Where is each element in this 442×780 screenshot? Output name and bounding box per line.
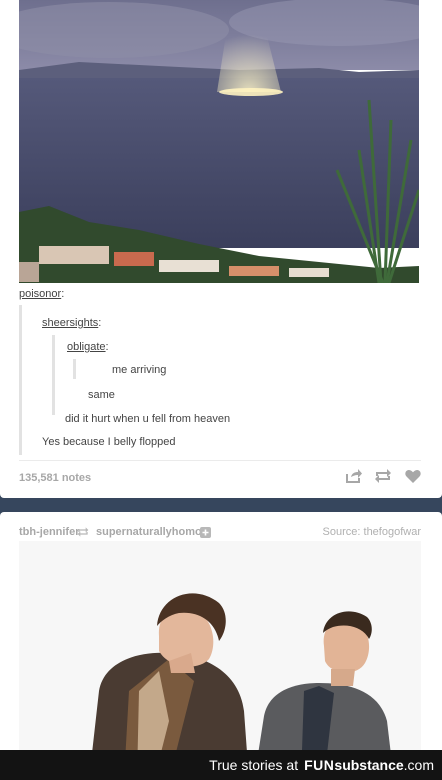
colon: : bbox=[61, 288, 65, 300]
heart-icon[interactable] bbox=[404, 467, 422, 485]
post-actions bbox=[344, 467, 422, 485]
sea-illustration bbox=[19, 0, 419, 283]
reblog-header: tbh-jennifer supernaturallyhomo Source: … bbox=[19, 524, 421, 540]
poster-username-link[interactable]: poisonor bbox=[19, 288, 61, 300]
source-blog-name[interactable]: supernaturallyhomo bbox=[96, 526, 202, 538]
brand-substance[interactable]: substance bbox=[334, 757, 403, 773]
reply-yes: Yes because I belly flopped bbox=[42, 436, 176, 448]
notes-count[interactable]: 135,581 notes bbox=[19, 472, 91, 484]
quote1-username-link[interactable]: sheersights bbox=[42, 317, 98, 329]
site-footer: True stories at FUN substance .com bbox=[0, 750, 442, 780]
reblogger-name[interactable]: tbh-jennifer bbox=[19, 526, 80, 538]
reply-same: same bbox=[88, 389, 115, 401]
sea-photo[interactable] bbox=[19, 0, 419, 283]
brand-com[interactable]: .com bbox=[404, 757, 434, 773]
quote3-text: me arriving bbox=[112, 364, 167, 376]
men-illustration bbox=[19, 541, 421, 780]
colon: : bbox=[98, 317, 102, 329]
follow-plus-icon[interactable] bbox=[200, 527, 211, 538]
quote2-header: obligate: bbox=[67, 341, 109, 353]
post-card-2: tbh-jennifer supernaturallyhomo Source: … bbox=[0, 512, 442, 780]
blockquote-level-1: sheersights: obligate: bbox=[19, 305, 424, 455]
brand-fun[interactable]: FUN bbox=[304, 757, 334, 773]
caption-line: poisonor: bbox=[19, 288, 421, 300]
quote2-username-link[interactable]: obligate bbox=[67, 341, 106, 353]
footer-prefix: True stories at bbox=[209, 757, 299, 773]
colon: : bbox=[105, 341, 109, 353]
footer-divider bbox=[19, 460, 421, 461]
blockquote-level-2: obligate: bbox=[52, 335, 395, 415]
reply-hurt: did it hurt when u fell from heaven bbox=[65, 413, 231, 425]
reblog-icon[interactable] bbox=[374, 467, 392, 485]
post-card-1: poisonor: sheersights: obligate: me arri… bbox=[0, 0, 442, 498]
quote1-header: sheersights: bbox=[42, 317, 101, 329]
men-photo[interactable] bbox=[19, 541, 421, 780]
reblog-small-icon bbox=[77, 527, 89, 537]
source-link[interactable]: Source: thefogofwar bbox=[323, 526, 421, 538]
blockquote-level-3 bbox=[73, 359, 76, 379]
share-icon[interactable] bbox=[344, 467, 362, 485]
